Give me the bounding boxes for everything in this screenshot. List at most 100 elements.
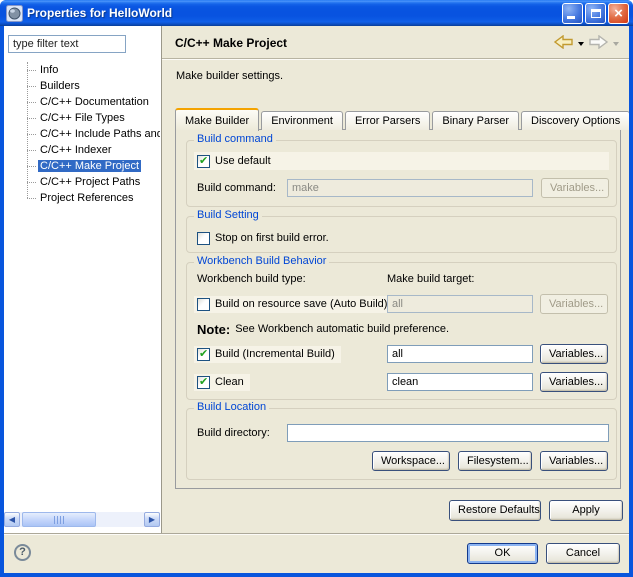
- use-default-label: Use default: [215, 155, 271, 167]
- clean-target-input[interactable]: [387, 373, 533, 391]
- build-command-row: Build command: Variables...: [197, 178, 609, 198]
- auto-build-checkbox[interactable]: [197, 298, 210, 311]
- apply-button[interactable]: Apply: [549, 500, 623, 521]
- incremental-build-checkbox[interactable]: [197, 348, 210, 361]
- page-description: Make builder settings.: [176, 70, 283, 82]
- build-command-variables-button: Variables...: [541, 178, 609, 198]
- clean-label: Clean: [215, 376, 244, 388]
- tree-item-label: C/C++ Include Paths and: [38, 128, 160, 140]
- filter-input[interactable]: [8, 35, 126, 53]
- workbench-build-behavior-group: Workbench Build Behavior Workbench build…: [186, 262, 617, 400]
- maximize-button[interactable]: [585, 3, 606, 24]
- tree-item-c-c-project-paths[interactable]: C/C++ Project Paths: [18, 174, 160, 190]
- clean-chip: Clean: [194, 374, 250, 391]
- properties-dialog: Properties for HelloWorld Info Builders C/…: [0, 0, 633, 577]
- build-location-buttons-row: Workspace... Filesystem... Variables...: [194, 451, 608, 471]
- auto-build-target-input: [387, 295, 533, 313]
- cancel-button[interactable]: Cancel: [546, 543, 620, 564]
- tree-item-c-c-include-paths-and[interactable]: C/C++ Include Paths and: [18, 126, 160, 142]
- workbench-build-type-label: Workbench build type:: [197, 273, 306, 285]
- dialog-footer: ? OK Cancel: [4, 533, 629, 573]
- auto-build-chip: Build on resource save (Auto Build): [194, 296, 393, 313]
- titlebar[interactable]: Properties for HelloWorld: [0, 0, 633, 26]
- stop-on-error-label: Stop on first build error.: [215, 232, 329, 244]
- tab-environment[interactable]: Environment: [261, 111, 343, 130]
- tree-item-label: C/C++ Project Paths: [38, 176, 142, 188]
- clean-variables-button[interactable]: Variables...: [540, 372, 608, 392]
- help-question-icon[interactable]: ?: [14, 544, 31, 561]
- build-directory-input[interactable]: [287, 424, 609, 442]
- close-button[interactable]: [608, 3, 629, 24]
- incremental-build-target-input[interactable]: [387, 345, 533, 363]
- scrollbar-thumb[interactable]: [22, 512, 96, 527]
- build-location-group: Build Location Build directory: Workspac…: [186, 408, 617, 480]
- make-build-target-label: Make build target:: [387, 273, 474, 285]
- tab-error-parsers[interactable]: Error Parsers: [345, 111, 430, 130]
- build-command-group-title: Build command: [194, 133, 276, 145]
- tree-item-c-c-documentation[interactable]: C/C++ Documentation: [18, 94, 160, 110]
- scrollbar-track[interactable]: [20, 512, 144, 527]
- page-actions: Restore Defaults Apply: [449, 500, 623, 521]
- tree-item-c-c-file-types[interactable]: C/C++ File Types: [18, 110, 160, 126]
- note-text: See Workbench automatic build preference…: [235, 323, 449, 335]
- tree-item-project-references[interactable]: Project References: [18, 190, 160, 206]
- history-nav: [554, 35, 621, 52]
- window-title: Properties for HelloWorld: [27, 6, 560, 20]
- build-setting-group-title: Build Setting: [194, 209, 262, 221]
- tree-item-label: C/C++ Make Project: [38, 160, 141, 172]
- workspace-button[interactable]: Workspace...: [372, 451, 450, 471]
- properties-tree: Info Builders C/C++ Documentation C/C++ Fil…: [18, 62, 160, 509]
- build-command-group: Build command Use default Build command:…: [186, 140, 617, 207]
- tree-item-label: C/C++ Indexer: [38, 144, 114, 156]
- sidebar-horizontal-scrollbar[interactable]: ◀ ▶: [4, 512, 160, 527]
- filesystem-button[interactable]: Filesystem...: [458, 451, 532, 471]
- back-arrow-icon[interactable]: [554, 35, 573, 52]
- tab-discovery-options[interactable]: Discovery Options: [521, 111, 629, 130]
- stop-on-error-checkbox[interactable]: [197, 232, 210, 245]
- clean-checkbox[interactable]: [197, 376, 210, 389]
- ok-button[interactable]: OK: [467, 543, 538, 564]
- incremental-build-variables-button[interactable]: Variables...: [540, 344, 608, 364]
- note-label: Note:: [197, 322, 230, 337]
- tree-item-label: C/C++ Documentation: [38, 96, 151, 108]
- forward-arrow-icon[interactable]: [589, 35, 608, 52]
- close-icon: [609, 4, 628, 23]
- make-builder-tab-panel: Build command Use default Build command:…: [175, 129, 621, 489]
- tree-item-label: C/C++ File Types: [38, 112, 127, 124]
- scroll-right-arrow-icon[interactable]: ▶: [144, 512, 160, 527]
- tree-item-info[interactable]: Info: [18, 62, 160, 78]
- forward-dropdown-icon[interactable]: [613, 42, 619, 46]
- build-location-group-title: Build Location: [194, 401, 269, 413]
- use-default-checkbox[interactable]: [197, 155, 210, 168]
- workbench-group-title: Workbench Build Behavior: [194, 255, 329, 267]
- minimize-button[interactable]: [562, 3, 583, 24]
- properties-app-icon[interactable]: [6, 5, 23, 22]
- build-command-input: [287, 179, 533, 197]
- properties-sidebar: Info Builders C/C++ Documentation C/C++ Fil…: [4, 26, 162, 533]
- tab-make-builder[interactable]: Make Builder: [175, 108, 259, 131]
- header-separator: [162, 58, 629, 60]
- build-directory-row: Build directory:: [197, 423, 609, 443]
- use-default-row: Use default: [194, 152, 609, 170]
- build-command-label: Build command:: [197, 182, 287, 194]
- tree-item-label: Project References: [38, 192, 136, 204]
- build-setting-group: Build Setting Stop on first build error.: [186, 216, 617, 253]
- minimize-icon: [567, 16, 575, 19]
- build-directory-label: Build directory:: [197, 427, 287, 439]
- build-location-variables-button[interactable]: Variables...: [540, 451, 608, 471]
- tree-item-c-c-make-project[interactable]: C/C++ Make Project: [18, 158, 160, 174]
- scroll-left-arrow-icon[interactable]: ◀: [4, 512, 20, 527]
- tree-item-builders[interactable]: Builders: [18, 78, 160, 94]
- main-panel: C/C++ Make Project Make builder settings…: [162, 26, 629, 533]
- incremental-build-label: Build (Incremental Build): [215, 348, 335, 360]
- note-row: Note: See Workbench automatic build pref…: [197, 321, 449, 337]
- tree-item-c-c-indexer[interactable]: C/C++ Indexer: [18, 142, 160, 158]
- incremental-build-row: Build (Incremental Build) Variables...: [194, 344, 609, 364]
- auto-build-row: Build on resource save (Auto Build) Vari…: [194, 294, 609, 314]
- back-dropdown-icon[interactable]: [578, 42, 584, 46]
- stop-on-error-row: Stop on first build error.: [197, 230, 329, 246]
- auto-build-label: Build on resource save (Auto Build): [215, 298, 387, 310]
- tree-item-label: Builders: [38, 80, 82, 92]
- restore-defaults-button[interactable]: Restore Defaults: [449, 500, 541, 521]
- tab-binary-parser[interactable]: Binary Parser: [432, 111, 519, 130]
